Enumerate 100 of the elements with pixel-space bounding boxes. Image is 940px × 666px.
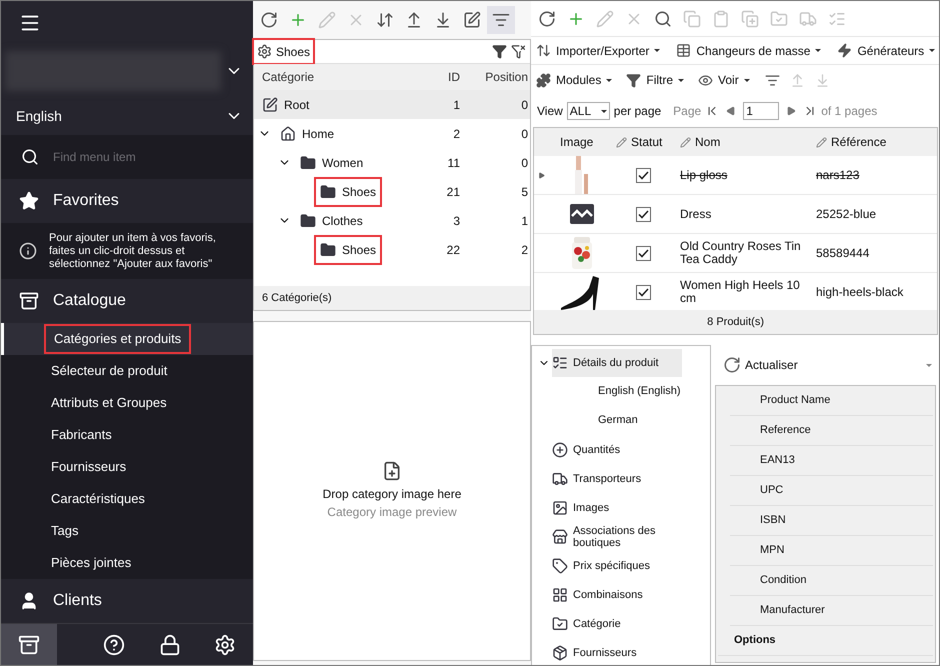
tree-row[interactable]: Shoes 22 2 — [254, 235, 530, 264]
search-field[interactable]: Find menu item — [53, 148, 233, 166]
dropdown-caret-icon — [600, 110, 607, 112]
filter-apply-icon[interactable] — [492, 44, 507, 59]
sidebar-item[interactable]: Fabricants — [43, 422, 120, 448]
filter-list-icon — [492, 11, 510, 29]
image-icon — [552, 500, 568, 516]
move-up-icon — [405, 11, 423, 29]
detail-tab[interactable]: Quantités — [552, 436, 624, 464]
column-header: ID — [447, 69, 460, 86]
table-cell-text: 0 — [520, 126, 529, 142]
page-field[interactable]: 1 — [743, 102, 780, 120]
package-icon — [552, 644, 568, 660]
current-row-icon — [538, 172, 544, 178]
menu-button[interactable]: Filtre — [621, 68, 690, 92]
detail-tab[interactable]: Détails du produit — [552, 348, 682, 376]
table-cell-text: high-heels-black — [816, 284, 904, 301]
table-cell-text: 21 — [446, 184, 460, 200]
sidebar-item[interactable]: Caractéristiques — [43, 486, 153, 512]
page-label: Page — [673, 103, 702, 120]
refresh-icon — [538, 10, 556, 28]
table-cell-text: 25252-blue — [816, 206, 878, 223]
image-drop-area[interactable]: Drop category image here Category image preview — [253, 321, 531, 661]
tree-row[interactable]: Home 2 0 — [254, 119, 530, 148]
dropdown-caret-icon — [815, 49, 822, 52]
product-count: 8 Produit(s) — [707, 314, 764, 330]
image-placeholder-icon — [570, 204, 594, 224]
table-cell-text: 1 — [520, 212, 529, 230]
product-row[interactable]: Old Country Roses Tin Tea Caddy 58589444 — [534, 234, 938, 273]
dropdown-caret-icon[interactable] — [926, 364, 932, 366]
status-checkbox[interactable] — [636, 284, 651, 300]
tree-row[interactable]: Women 11 0 — [254, 148, 530, 177]
language-selector[interactable]: English — [16, 106, 62, 126]
detail-tab[interactable]: Combinaisons — [552, 580, 647, 608]
refresh-icon — [260, 11, 278, 29]
tree-row[interactable]: Clothes 3 1 — [254, 206, 530, 235]
menu-button[interactable]: Voir — [693, 68, 755, 92]
language-item[interactable]: German — [598, 412, 638, 429]
language-item[interactable]: English (English) — [598, 383, 681, 400]
menu-button[interactable]: Générateurs — [832, 38, 939, 62]
property-label: Product Name — [760, 393, 830, 408]
filter-icon — [626, 72, 642, 88]
detail-tab[interactable]: Images — [552, 494, 614, 522]
menu-button[interactable]: Importer/Exporter — [531, 38, 666, 62]
truck-icon — [799, 10, 817, 28]
sidebar-item[interactable]: Attributs et Groupes — [43, 390, 175, 416]
dropdown-caret-icon — [744, 78, 750, 82]
table-cell-text: Lip gloss — [680, 168, 728, 182]
property-label: Manufacturer — [760, 603, 825, 618]
plus-icon — [289, 11, 307, 29]
menu-button[interactable]: Changeurs de masse — [671, 38, 826, 62]
tree-row[interactable]: Root 1 0 — [254, 90, 530, 119]
import-export-icon — [536, 43, 551, 58]
catalog-button[interactable] — [1, 624, 56, 665]
filter-clear-icon[interactable] — [511, 44, 526, 59]
clients-heading[interactable]: Clients — [53, 589, 102, 613]
search-icon — [21, 148, 39, 166]
sidebar-item[interactable]: Pièces jointes — [43, 550, 140, 576]
favorites-heading[interactable]: Favorites — [53, 189, 119, 213]
table-cell-text: 0 — [520, 154, 529, 172]
status-checkbox[interactable] — [636, 206, 651, 222]
detail-tab[interactable]: Transporteurs — [552, 464, 646, 492]
category-name: Shoes — [342, 242, 376, 258]
page-size-select[interactable]: ALL — [566, 102, 610, 120]
category-name: Women — [322, 154, 364, 172]
table-cell-text: 2 — [452, 126, 460, 142]
filter-field[interactable]: Shoes — [254, 40, 314, 63]
category-name: Home — [302, 126, 334, 142]
sidebar-item[interactable]: Sélecteur de produit — [43, 358, 176, 384]
view-label: View — [537, 103, 563, 120]
table-cell-text: 3 — [452, 212, 460, 230]
status-checkbox[interactable] — [636, 168, 651, 182]
detail-tab[interactable]: Associations des boutiques — [552, 522, 710, 550]
category-count: 6 Catégorie(s) — [262, 290, 332, 306]
tree-row[interactable]: Shoes 21 5 — [254, 177, 530, 206]
catalogue-heading[interactable]: Catalogue — [53, 289, 126, 313]
column-header: Statut — [631, 134, 662, 151]
table-cell-text: 11 — [446, 154, 460, 172]
next-page-icon[interactable] — [786, 106, 796, 116]
pencil-icon — [318, 11, 336, 29]
refresh-button[interactable]: Actualiser — [723, 356, 798, 374]
menu-button[interactable]: Modules — [531, 68, 618, 92]
filter-list-button[interactable] — [487, 6, 515, 34]
previous-page-icon[interactable] — [726, 106, 736, 116]
catalog-icon — [19, 291, 39, 311]
product-row[interactable]: Lip gloss nars123 — [534, 156, 938, 195]
category-name: Clothes — [322, 212, 363, 230]
image-edit-icon — [463, 11, 481, 29]
favorites-hint: Pour ajouter un item à vos favoris, faites un clic-droit dessus et sélectionnez "Ajouter aux favoris" — [49, 232, 217, 270]
product-row[interactable]: Dress 25252-blue — [534, 195, 938, 234]
sidebar-item[interactable]: Tags — [43, 518, 86, 544]
status-checkbox[interactable] — [636, 246, 651, 260]
detail-tab[interactable]: Fournisseurs — [552, 638, 641, 665]
sidebar-item[interactable]: Fournisseurs — [43, 454, 134, 480]
detail-tab[interactable]: Catégorie — [552, 610, 625, 638]
property-label: EAN13 — [760, 453, 795, 468]
detail-tab[interactable]: Prix spécifiques — [552, 552, 654, 580]
dropdown-caret-icon — [678, 78, 684, 82]
column-header: Nom — [695, 134, 720, 151]
sort-icon[interactable] — [764, 72, 780, 88]
